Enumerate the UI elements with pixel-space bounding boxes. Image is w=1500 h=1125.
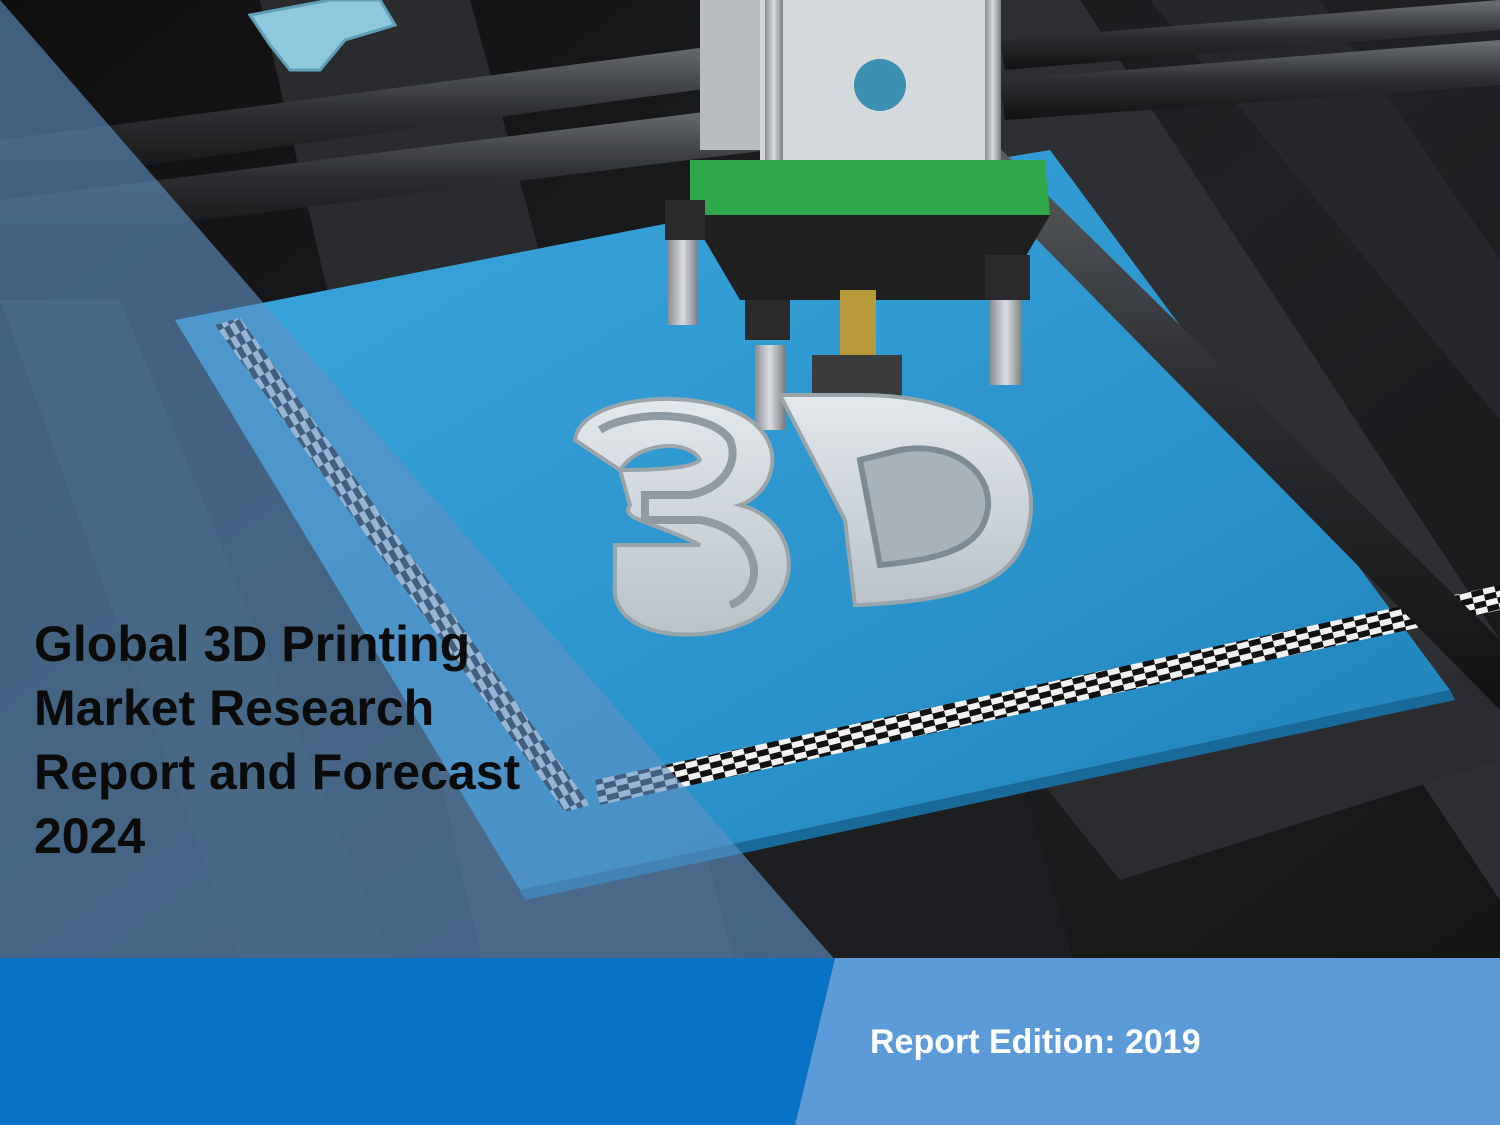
title-line-4: 2024 [34,808,146,864]
report-edition-label: Report Edition: 2019 [870,1023,1201,1061]
report-cover: Global 3D Printing Market Research Repor… [0,0,1500,1125]
title-line-1: Global 3D Printing [34,616,471,672]
cover-photo-3d-printer [0,0,1500,1125]
title-line-2: Market Research [34,680,435,736]
title-line-3: Report and Forecast [34,744,521,800]
report-title: Global 3D Printing Market Research Repor… [34,612,654,868]
